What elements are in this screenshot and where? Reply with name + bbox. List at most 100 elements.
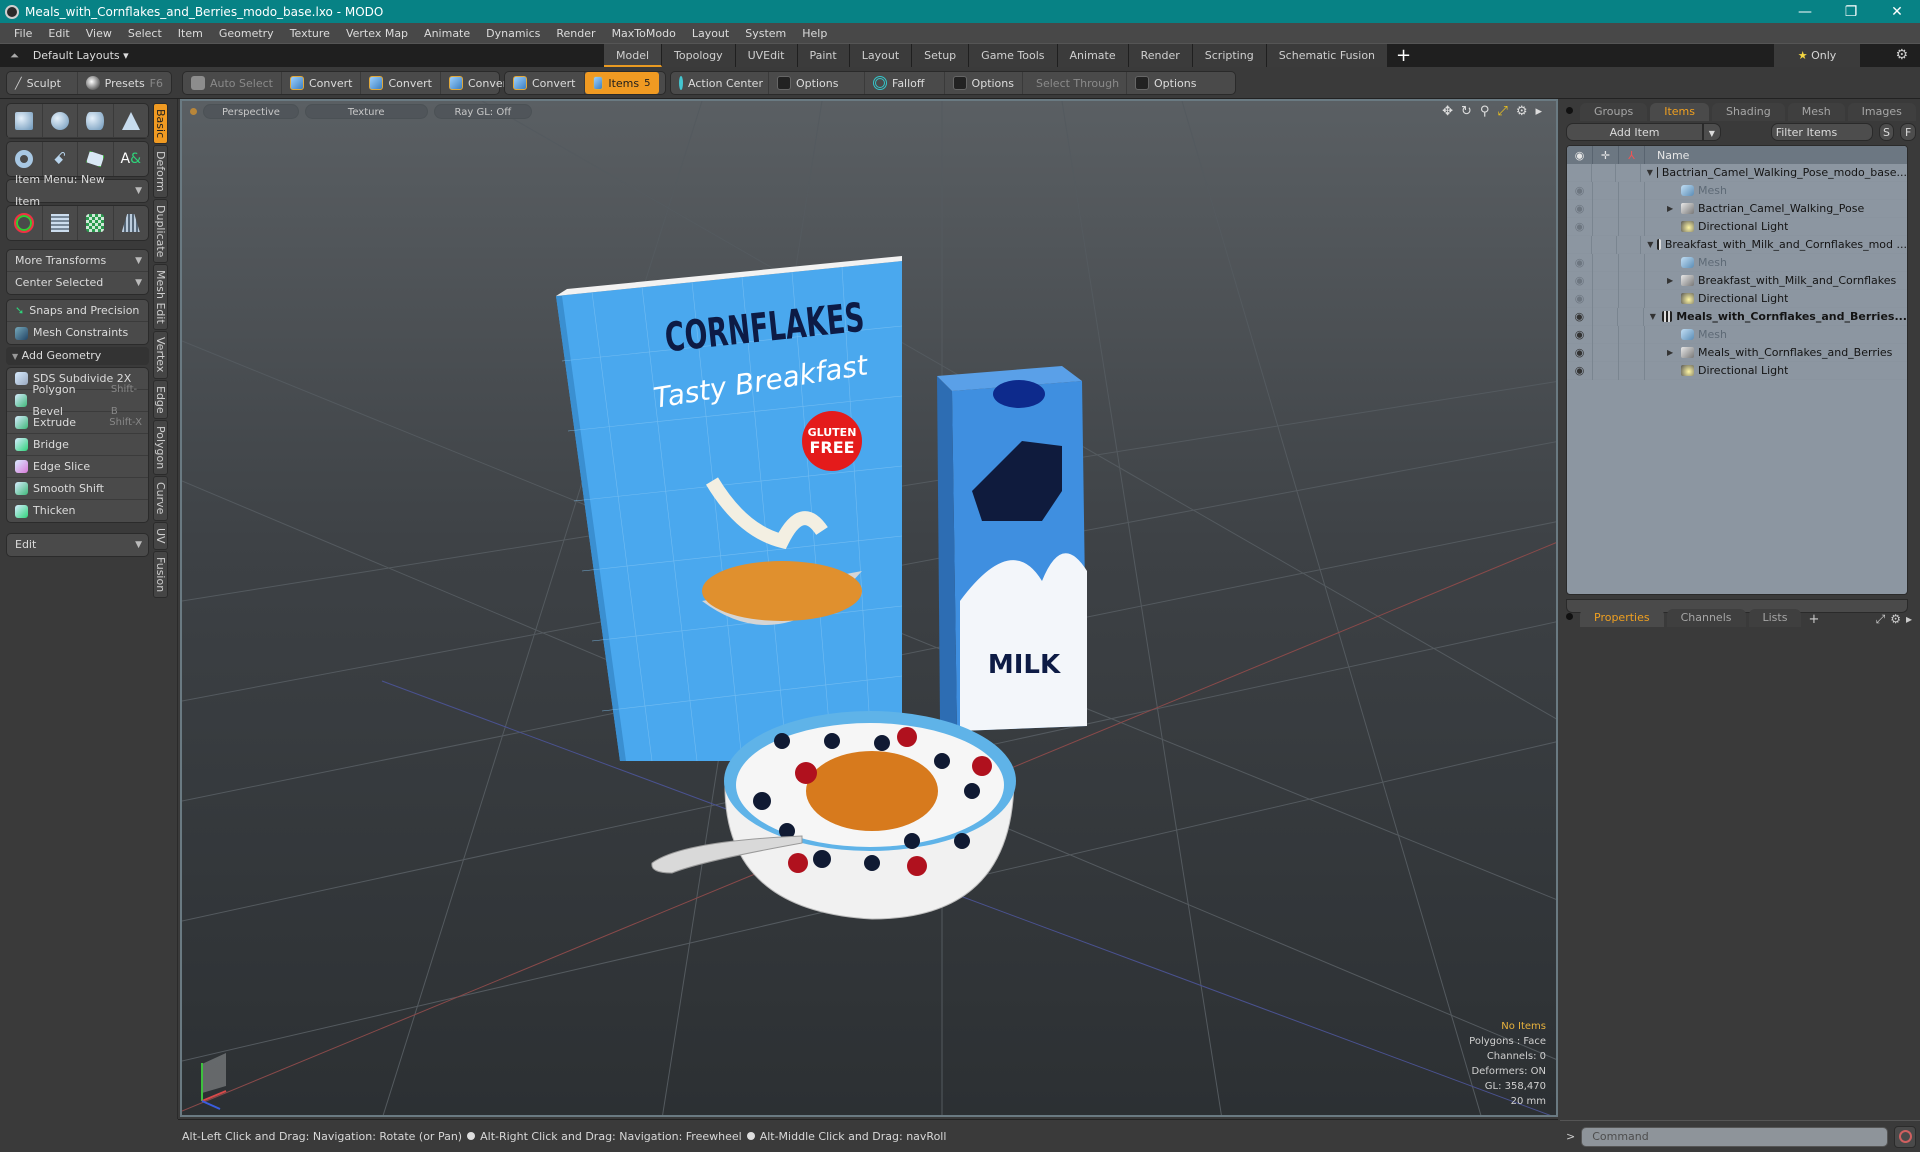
layout-tab-setup[interactable]: Setup [912, 44, 970, 67]
visibility-toggle[interactable]: ◉ [1567, 271, 1593, 290]
menu-texture[interactable]: Texture [282, 27, 338, 40]
add-item-dropdown[interactable]: ▼ [1703, 123, 1721, 141]
vtab-duplicate[interactable]: Duplicate [153, 199, 168, 264]
vtab-curve[interactable]: Curve [153, 476, 168, 521]
tool-edge-slice[interactable]: Edge Slice [7, 456, 148, 478]
vtab-basic[interactable]: Basic [153, 103, 168, 145]
visibility-column-header[interactable]: ◉ [1567, 146, 1593, 164]
add-item-button[interactable]: Add Item [1566, 123, 1704, 141]
menu-item[interactable]: Item [170, 27, 211, 40]
item-row[interactable]: ◉ Directional Light [1567, 361, 1907, 380]
menu-edit[interactable]: Edit [40, 27, 77, 40]
s-button[interactable]: S [1878, 123, 1895, 141]
panel-dot-icon[interactable] [1566, 107, 1573, 114]
menu-select[interactable]: Select [120, 27, 170, 40]
mesh-constraints-button[interactable]: Mesh Constraints [7, 322, 148, 344]
lock-cell[interactable] [1593, 181, 1619, 200]
action-center-options-button[interactable]: Options [769, 72, 865, 94]
layout-tab-uvedit[interactable]: UVEdit [735, 44, 798, 67]
item-row[interactable]: ◉ ▶ Meals_with_Cornflakes_and_Berries [1567, 343, 1907, 362]
menu-file[interactable]: File [6, 27, 40, 40]
menu-maxtomodo[interactable]: MaxToModo [604, 27, 684, 40]
filter-items-input[interactable]: Filter Items [1770, 123, 1873, 141]
lock-cell[interactable] [1593, 289, 1619, 308]
viewport-status-dot[interactable] [190, 107, 197, 115]
tab-groups[interactable]: Groups [1580, 103, 1648, 121]
sculpt-button[interactable]: ╱ Sculpt [7, 72, 78, 94]
tab-shading[interactable]: Shading [1712, 103, 1785, 121]
lock-cell[interactable] [1592, 235, 1617, 254]
visibility-toggle[interactable]: ◉ [1567, 289, 1593, 308]
falloff-button[interactable]: Falloff [865, 72, 945, 94]
vtab-vertex[interactable]: Vertex [153, 331, 168, 379]
select-through-button[interactable]: Select Through [1023, 72, 1127, 94]
layout-tab-layout[interactable]: Layout [849, 44, 913, 67]
menu-layout[interactable]: Layout [684, 27, 737, 40]
axis-cell[interactable] [1619, 361, 1645, 380]
viewport-menu-arrow-icon[interactable]: ▸ [1535, 104, 1542, 119]
visibility-toggle[interactable] [1567, 163, 1592, 182]
lock-cell[interactable] [1593, 271, 1619, 290]
panel-dot-icon[interactable] [1566, 613, 1573, 620]
vtab-edge[interactable]: Edge [153, 379, 168, 420]
tab-lists[interactable]: Lists [1748, 609, 1802, 627]
expand-triangle-icon[interactable]: ▶ [1667, 204, 1677, 213]
tab-properties[interactable]: Properties [1580, 609, 1664, 627]
axis-cell[interactable] [1619, 325, 1645, 344]
visibility-toggle[interactable]: ◉ [1567, 343, 1593, 362]
layout-tab-schematic-fusion[interactable]: Schematic Fusion [1266, 44, 1389, 67]
expand-triangle-icon[interactable]: ▶ [1667, 276, 1677, 285]
axis-column-header[interactable]: ⅄ [1619, 146, 1645, 164]
layout-tab-game-tools[interactable]: Game Tools [969, 44, 1058, 67]
cylinder-tool[interactable] [78, 104, 114, 137]
convert-materials-button[interactable]: Convert [505, 72, 585, 94]
viewport-gear-icon[interactable]: ⚙ [1516, 104, 1528, 119]
gear-icon[interactable]: ⚙ [1890, 612, 1901, 627]
item-row[interactable]: ◉ ▶ Breakfast_with_Milk_and_Cornflakes [1567, 271, 1907, 290]
tab-images[interactable]: Images [1847, 103, 1916, 121]
axis-cell[interactable] [1619, 253, 1645, 272]
item-row[interactable]: ◉ Directional Light [1567, 217, 1907, 236]
zoom-icon[interactable]: ⚲ [1480, 104, 1490, 119]
item-row[interactable]: ◉ ▶ Bactrian_Camel_Walking_Pose [1567, 199, 1907, 218]
tab-items[interactable]: Items [1650, 103, 1710, 121]
rotate-icon[interactable]: ↻ [1461, 104, 1472, 119]
close-button[interactable]: ✕ [1874, 4, 1920, 20]
raygl-toggle[interactable]: Ray GL: Off [433, 103, 533, 119]
cube-tool[interactable] [7, 104, 43, 137]
edit-dropdown[interactable]: Edit ▼ [7, 534, 148, 556]
visibility-toggle[interactable]: ◉ [1567, 253, 1593, 272]
item-row[interactable]: ▼ Bactrian_Camel_Walking_Pose_modo_base..… [1567, 163, 1907, 182]
select-through-options-button[interactable]: Options [1127, 72, 1204, 94]
axis-cell[interactable] [1617, 235, 1642, 254]
item-row[interactable]: ◉ Directional Light [1567, 289, 1907, 308]
visibility-toggle[interactable]: ◉ [1567, 361, 1593, 380]
view-mode-dropdown[interactable]: Perspective [203, 103, 299, 119]
tool-thicken[interactable]: Thicken [7, 500, 148, 522]
add-layout-tab-icon[interactable]: + [1396, 44, 1411, 67]
action-center-button[interactable]: Action Center [671, 72, 769, 94]
visibility-toggle[interactable]: ◉ [1567, 217, 1593, 236]
menu-help[interactable]: Help [794, 27, 835, 40]
tab-mesh[interactable]: Mesh ... [1787, 103, 1845, 136]
default-layouts-dropdown[interactable]: Default Layouts ▾ [33, 49, 129, 62]
items-mode-button[interactable]: Items 5 [584, 72, 659, 94]
maximize-icon[interactable]: ⤢ [1497, 104, 1507, 119]
restore-button[interactable]: ❐ [1828, 4, 1874, 20]
layout-tab-animate[interactable]: Animate [1057, 44, 1129, 67]
cone-tool[interactable] [114, 104, 149, 137]
command-input[interactable]: Command [1581, 1126, 1888, 1147]
sphere-tool[interactable] [43, 104, 78, 137]
convert-vertices-button[interactable]: Convert [282, 72, 362, 94]
lock-cell[interactable] [1593, 253, 1619, 272]
minimize-button[interactable]: — [1782, 4, 1828, 20]
menu-vertex-map[interactable]: Vertex Map [338, 27, 416, 40]
vtab-polygon[interactable]: Polygon [153, 420, 168, 476]
lock-cell[interactable] [1593, 343, 1619, 362]
expand-triangle-icon[interactable]: ▼ [1647, 168, 1653, 177]
checker-tool[interactable] [78, 206, 114, 240]
menu-geometry[interactable]: Geometry [211, 27, 282, 40]
layout-tab-render[interactable]: Render [1128, 44, 1193, 67]
tab-channels[interactable]: Channels [1666, 609, 1746, 627]
axis-cell[interactable] [1619, 181, 1645, 200]
